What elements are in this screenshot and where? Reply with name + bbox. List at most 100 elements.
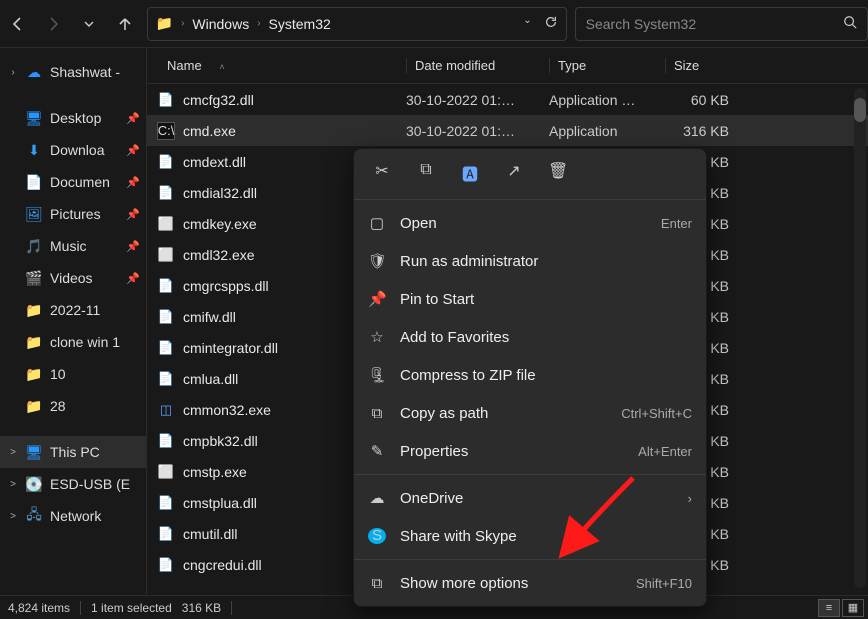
- chevron-icon: ›: [8, 67, 18, 78]
- column-header-size[interactable]: Size: [665, 58, 745, 73]
- nav-recent-button[interactable]: [71, 6, 107, 42]
- context-item[interactable]: 📌Pin to Start: [354, 280, 706, 318]
- sidebar-item-label: 28: [50, 398, 66, 414]
- onedrive-icon: ☁: [368, 489, 386, 507]
- sidebar-item[interactable]: 📁2022-11: [0, 294, 146, 326]
- context-item[interactable]: S Share with Skype: [354, 517, 706, 555]
- file-name: cmcfg32.dll: [183, 92, 406, 108]
- sidebar-item[interactable]: 🖥 Desktop 📌: [0, 102, 146, 134]
- sidebar-item[interactable]: 🎵Music📌: [0, 230, 146, 262]
- sidebar-item[interactable]: >🖥This PC: [0, 436, 146, 468]
- copy-icon[interactable]: ⧉: [416, 161, 436, 185]
- context-item-label: Properties: [400, 443, 624, 460]
- column-header-type[interactable]: Type: [549, 58, 665, 73]
- pin-icon: 📌: [126, 176, 140, 189]
- scrollbar[interactable]: [854, 88, 866, 588]
- chevron-icon: ›: [181, 18, 184, 29]
- file-icon: 📄: [157, 556, 175, 574]
- prop-icon: ✎: [368, 442, 386, 460]
- context-item-label: OneDrive: [400, 490, 674, 507]
- context-item-label: Share with Skype: [400, 528, 692, 545]
- nav-forward-button[interactable]: [36, 6, 72, 42]
- file-icon: ◫: [157, 401, 175, 419]
- net-icon: 🖧: [26, 508, 42, 524]
- separator: [231, 601, 232, 615]
- file-icon: 📄: [157, 494, 175, 512]
- column-headers: Name ˄ Date modified Type Size: [147, 48, 868, 84]
- path-icon: ⧉: [368, 405, 386, 422]
- sidebar-item-label: 10: [50, 366, 66, 382]
- separator: [354, 559, 706, 560]
- context-item[interactable]: ☁OneDrive›: [354, 479, 706, 517]
- file-row[interactable]: C:\cmd.exe30-10-2022 01:…Application316 …: [147, 115, 868, 146]
- delete-icon[interactable]: 🗑: [548, 161, 568, 185]
- sidebar-item-label: Pictures: [50, 206, 101, 222]
- file-size: 316 KB: [665, 123, 733, 139]
- context-item-label: Run as administrator: [400, 253, 678, 270]
- view-grid-button[interactable]: ▦: [842, 599, 864, 617]
- share-icon[interactable]: ↗: [504, 161, 524, 185]
- context-item-shortcut: Ctrl+Shift+C: [621, 406, 692, 421]
- sidebar-item[interactable]: 📄 Documen 📌: [0, 166, 146, 198]
- search-input[interactable]: Search System32: [575, 7, 868, 41]
- breadcrumb-segment[interactable]: Windows: [192, 16, 249, 32]
- skype-icon: S: [368, 528, 386, 544]
- folder-icon: 📁: [156, 15, 173, 32]
- folder-icon: 📁: [26, 366, 42, 382]
- refresh-icon[interactable]: [544, 15, 558, 32]
- chevron-down-icon[interactable]: ⌄: [523, 15, 531, 32]
- monitor-icon: 🖥: [26, 110, 42, 126]
- nav-back-button[interactable]: [0, 6, 36, 42]
- shield-icon: 🛡: [368, 252, 386, 270]
- context-item-label: Open: [400, 215, 647, 232]
- sidebar-item-label: This PC: [50, 444, 100, 460]
- column-header-date[interactable]: Date modified: [406, 58, 549, 73]
- file-icon: ⬜: [157, 215, 175, 233]
- toolbar: 📁 › Windows › System32 ⌄ Search System32: [0, 0, 868, 48]
- view-details-button[interactable]: ≡: [818, 599, 840, 617]
- context-item-shortcut: Alt+Enter: [638, 444, 692, 459]
- breadcrumb-segment[interactable]: System32: [269, 16, 331, 32]
- sidebar-item[interactable]: 📁clone win 1: [0, 326, 146, 358]
- file-icon: 📄: [157, 308, 175, 326]
- pin-icon: 📌: [126, 272, 140, 285]
- context-item[interactable]: 🛡 Run as administrator: [354, 242, 706, 280]
- file-icon: ⬜: [157, 246, 175, 264]
- monitor-icon: 🖥: [26, 444, 42, 460]
- context-item-shortcut: Shift+F10: [636, 576, 692, 591]
- sidebar-item[interactable]: 📁 28: [0, 390, 146, 422]
- separator: [354, 474, 706, 475]
- context-item[interactable]: 🗜Compress to ZIP file: [354, 356, 706, 394]
- doc-icon: 📄: [26, 174, 42, 190]
- rename-icon[interactable]: 🅰: [460, 161, 480, 185]
- column-header-name[interactable]: Name ˄: [147, 58, 406, 73]
- scrollbar-thumb[interactable]: [854, 98, 866, 122]
- context-item[interactable]: ▢OpenEnter: [354, 204, 706, 242]
- context-item[interactable]: ✎ Properties Alt+Enter: [354, 432, 706, 470]
- sidebar-item[interactable]: 🖼Pictures📌: [0, 198, 146, 230]
- status-size: 316 KB: [182, 601, 221, 615]
- sidebar-item-user[interactable]: › ☁ Shashwat -: [0, 56, 146, 88]
- file-row[interactable]: 📄cmcfg32.dll30-10-2022 01:…Application ……: [147, 84, 868, 115]
- context-item-show-more[interactable]: ⧉ Show more options Shift+F10: [354, 564, 706, 602]
- pin-icon: 📌: [126, 112, 140, 125]
- sidebar-item[interactable]: 📁 10: [0, 358, 146, 390]
- sidebar-item[interactable]: >🖧Network: [0, 500, 146, 532]
- sidebar-item-label: Desktop: [50, 110, 101, 126]
- context-item[interactable]: ☆Add to Favorites: [354, 318, 706, 356]
- address-bar[interactable]: 📁 › Windows › System32 ⌄: [147, 7, 567, 41]
- sidebar-item[interactable]: ⬇Downloa📌: [0, 134, 146, 166]
- folder-icon: 📁: [26, 398, 42, 414]
- context-menu: ✂ ⧉ 🅰 ↗ 🗑 ▢OpenEnter 🛡 Run as administrato…: [353, 148, 707, 607]
- sidebar-item-label: ESD-USB (E: [50, 476, 130, 492]
- sidebar-item-label: Network: [50, 508, 101, 524]
- sidebar-item[interactable]: 🎬Videos📌: [0, 262, 146, 294]
- nav-up-button[interactable]: [107, 6, 143, 42]
- sidebar-item-label: Documen: [50, 174, 110, 190]
- cut-icon[interactable]: ✂: [372, 161, 392, 185]
- pin-icon: 📌: [126, 208, 140, 221]
- context-item[interactable]: ⧉Copy as pathCtrl+Shift+C: [354, 394, 706, 432]
- sidebar-item[interactable]: >💽ESD-USB (E: [0, 468, 146, 500]
- context-item-label: Show more options: [400, 575, 622, 592]
- star-icon: ☆: [368, 328, 386, 346]
